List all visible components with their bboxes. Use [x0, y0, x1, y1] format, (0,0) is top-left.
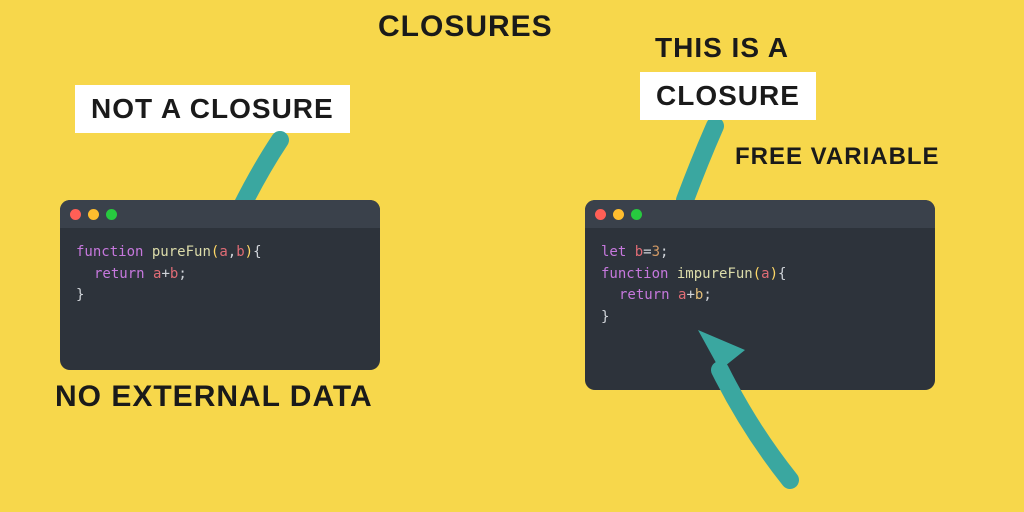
code-line: function pureFun(a,b){: [76, 242, 364, 264]
tok-kw: let: [601, 244, 626, 260]
tok-comma: ,: [228, 244, 236, 260]
tok-paren: ): [770, 266, 778, 282]
window-dot-green: [106, 209, 117, 220]
code-line: return a+b;: [601, 285, 919, 307]
code-titlebar-right: [585, 200, 935, 228]
window-dot-red: [595, 209, 606, 220]
tok-semi: ;: [703, 287, 711, 303]
code-titlebar-left: [60, 200, 380, 228]
tok-kw: return: [619, 287, 670, 303]
tok-var: b: [635, 244, 643, 260]
code-body-left: function pureFun(a,b){ return a+b; }: [60, 228, 380, 323]
tok-var: a: [761, 266, 769, 282]
tok-kw: return: [94, 266, 145, 282]
tok-num: 3: [652, 244, 660, 260]
caption-free-variable: FREE VARIABLE: [735, 143, 940, 171]
code-line: let b=3;: [601, 242, 919, 264]
tok-plus: +: [686, 287, 694, 303]
tok-eq: =: [643, 244, 651, 260]
window-dot-green: [631, 209, 642, 220]
code-line: function impureFun(a){: [601, 264, 919, 286]
tok-kw: function: [601, 266, 668, 282]
arrow-free-var-pointer: [680, 320, 810, 500]
page-title: CLOSURES: [378, 10, 553, 44]
caption-no-external-data: NO EXTERNAL DATA: [55, 380, 373, 414]
tok-semi: ;: [178, 266, 186, 282]
label-this-is-a: THIS IS A: [655, 32, 789, 64]
tok-kw: function: [76, 244, 143, 260]
window-dot-yellow: [613, 209, 624, 220]
code-window-left: function pureFun(a,b){ return a+b; }: [60, 200, 380, 370]
tok-brace: }: [76, 287, 84, 303]
label-closure: CLOSURE: [640, 72, 816, 120]
tok-var: b: [236, 244, 244, 260]
tok-fn: pureFun: [152, 244, 211, 260]
tok-brace: {: [778, 266, 786, 282]
tok-plus: +: [161, 266, 169, 282]
tok-semi: ;: [660, 244, 668, 260]
tok-fn: impureFun: [677, 266, 753, 282]
code-line: return a+b;: [76, 264, 364, 286]
code-line: }: [76, 285, 364, 307]
tok-brace: }: [601, 309, 609, 325]
window-dot-red: [70, 209, 81, 220]
tok-var: a: [219, 244, 227, 260]
tok-brace: {: [253, 244, 261, 260]
label-not-a-closure: NOT A CLOSURE: [75, 85, 350, 133]
tok-paren: ): [245, 244, 253, 260]
window-dot-yellow: [88, 209, 99, 220]
tok-paren: (: [753, 266, 761, 282]
